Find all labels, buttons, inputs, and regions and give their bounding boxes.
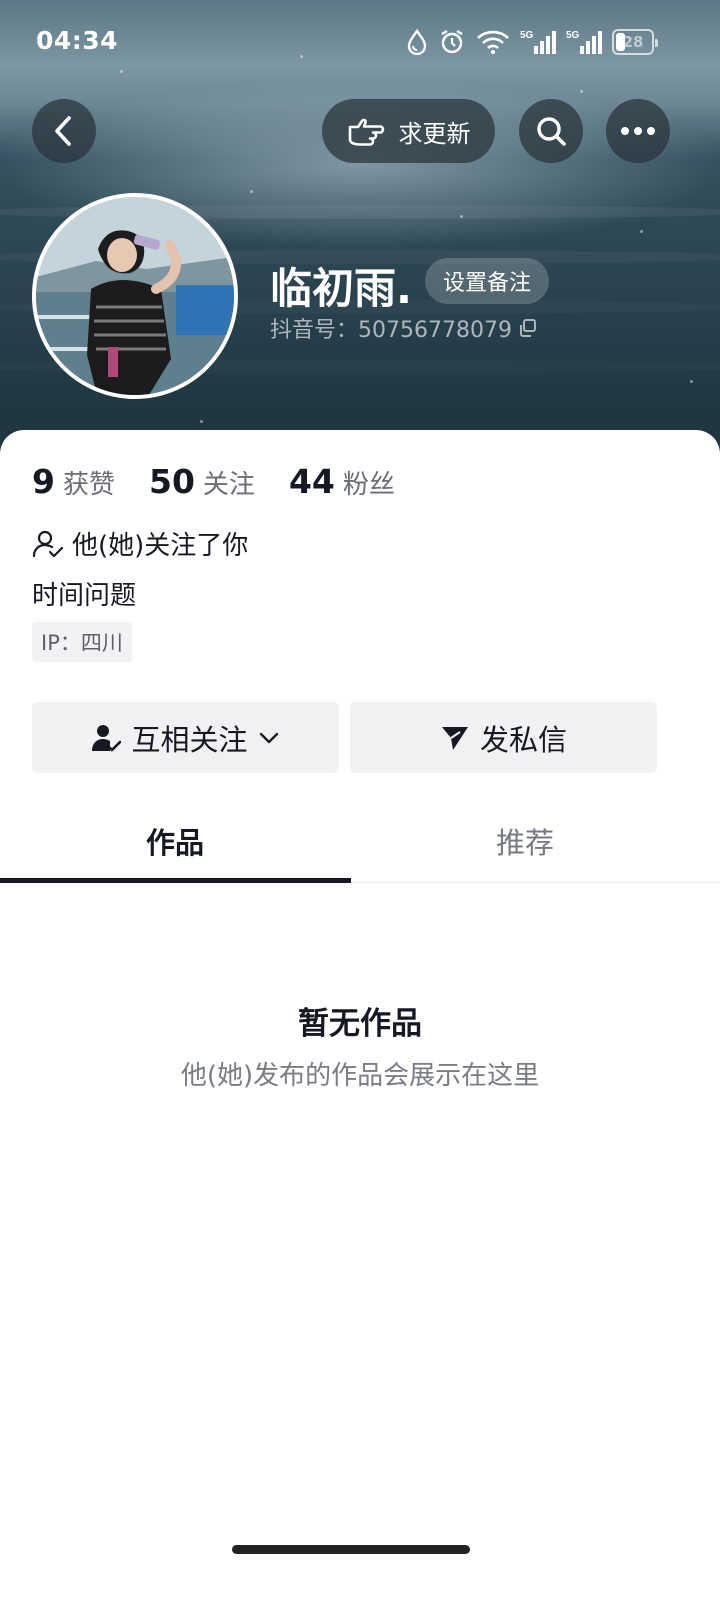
set-remark-button[interactable]: 设置备注 — [425, 258, 549, 304]
more-button[interactable] — [606, 99, 670, 163]
user-check-filled-icon — [92, 724, 122, 751]
status-time: 04:34 — [36, 26, 119, 55]
stat-likes[interactable]: 9 获赞 — [32, 462, 115, 501]
stat-following[interactable]: 50 关注 — [149, 462, 255, 501]
request-update-button[interactable]: 求更新 — [322, 99, 495, 163]
rain-dot — [300, 55, 303, 58]
avatar[interactable] — [32, 193, 238, 399]
status-icons: 5G 5G 28 — [406, 28, 658, 56]
douyin-id[interactable]: 抖音号：50756778079 — [270, 312, 538, 344]
signal-5g-icon: 5G — [566, 30, 602, 54]
rain-dot — [640, 230, 643, 233]
rain-dot — [580, 90, 583, 93]
empty-state-subtitle: 他(她)发布的作品会展示在这里 — [180, 1061, 540, 1091]
follows-you-note: 他(她)关注了你 — [32, 525, 248, 562]
rain-dot — [120, 70, 123, 73]
bio: 时间问题 — [32, 581, 137, 611]
signal-5g-icon: 5G — [520, 30, 556, 54]
battery-icon: 28 — [612, 29, 658, 55]
chevron-down-icon — [259, 732, 278, 743]
water-drop-icon — [407, 29, 427, 55]
alarm-icon — [441, 29, 463, 54]
stat-value: 50 — [148, 462, 195, 501]
tab-works[interactable]: 作品 — [0, 820, 350, 862]
copy-icon[interactable] — [518, 318, 538, 338]
empty-state-title: 暂无作品 — [298, 1006, 422, 1042]
svg-text:5G: 5G — [520, 30, 534, 41]
stat-label: 获赞 — [62, 470, 115, 500]
send-message-label: 发私信 — [479, 722, 567, 757]
stat-value: 44 — [288, 462, 335, 501]
stat-label: 关注 — [202, 470, 255, 500]
back-button[interactable] — [32, 99, 96, 163]
rain-dot — [250, 190, 253, 193]
search-button[interactable] — [519, 99, 583, 163]
stats-row: 9 获赞 50 关注 44 粉丝 — [32, 462, 395, 501]
home-indicator[interactable] — [232, 1545, 470, 1554]
pointing-hand-icon — [348, 118, 384, 146]
avatar-photo — [36, 197, 234, 395]
active-tab-indicator — [0, 878, 351, 883]
rain-dot — [690, 380, 693, 383]
rain-dot — [460, 215, 463, 218]
request-update-label: 求更新 — [398, 119, 471, 148]
tab-recommend[interactable]: 推荐 — [350, 820, 700, 862]
send-message-button[interactable]: 发私信 — [350, 702, 657, 773]
battery-level: 28 — [622, 33, 644, 51]
stat-value: 9 — [32, 462, 55, 501]
nickname: 临初雨. — [270, 264, 412, 313]
follows-you-text: 他(她)关注了你 — [72, 531, 249, 561]
more-dots-icon — [621, 127, 655, 135]
stat-label: 粉丝 — [342, 470, 395, 500]
user-check-icon — [32, 530, 64, 557]
rain-dot — [200, 420, 203, 423]
chevron-left-icon — [55, 116, 71, 146]
douyin-id-text: 抖音号：50756778079 — [270, 318, 512, 343]
wifi-icon — [477, 30, 509, 54]
svg-text:5G: 5G — [566, 30, 580, 41]
search-icon — [537, 117, 566, 146]
mutual-follow-label: 互相关注 — [131, 722, 248, 757]
send-message-icon — [441, 726, 468, 750]
mutual-follow-button[interactable]: 互相关注 — [32, 702, 339, 773]
stat-followers[interactable]: 44 粉丝 — [289, 462, 395, 501]
ip-location-tag: IP：四川 — [32, 622, 132, 662]
